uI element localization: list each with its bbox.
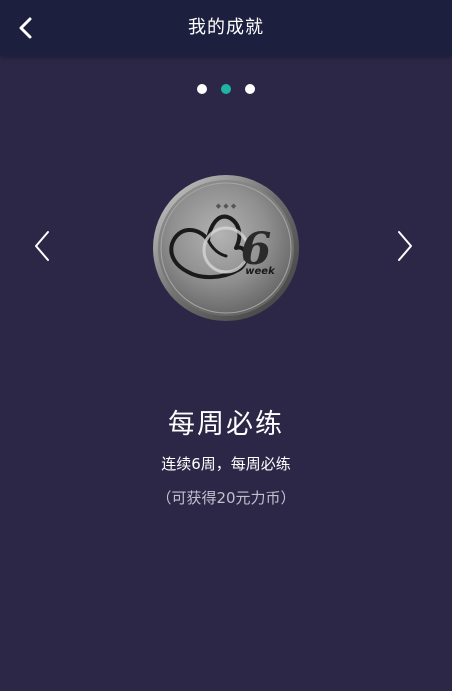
chevron-right-icon — [398, 231, 412, 261]
achievement-reward: （可获得20元力币） — [156, 489, 296, 507]
previous-achievement-button[interactable] — [22, 226, 62, 266]
carousel-indicator — [0, 84, 452, 94]
badge-caption: week — [245, 266, 276, 277]
carousel-dot-2[interactable] — [221, 84, 231, 94]
achievement-description: 连续6周，每周必练 — [161, 455, 291, 473]
weekly-medal-icon: ◆ ◆ ◆ 6 week — [152, 174, 300, 322]
achievement-title: 每周必练 — [168, 409, 284, 440]
chevron-left-icon — [35, 231, 49, 261]
carousel-dot-3[interactable] — [245, 84, 255, 94]
carousel-dot-1[interactable] — [197, 84, 207, 94]
svg-text:◆ ◆ ◆: ◆ ◆ ◆ — [216, 202, 237, 210]
top-bar: 我的成就 — [0, 0, 452, 56]
page-title: 我的成就 — [188, 17, 264, 38]
next-achievement-button[interactable] — [385, 226, 425, 266]
